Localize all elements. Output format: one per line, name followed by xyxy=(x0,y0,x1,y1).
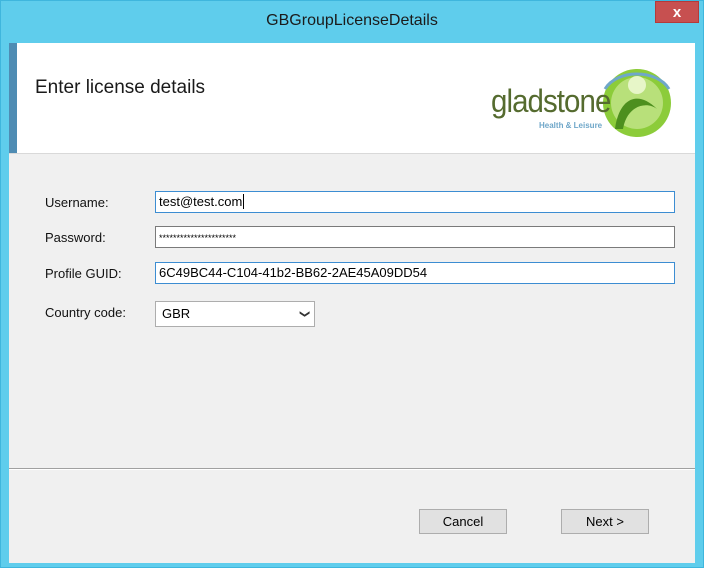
close-button[interactable]: x xyxy=(655,1,699,23)
password-input[interactable]: ********************** xyxy=(155,226,675,248)
chevron-down-icon: ❯ xyxy=(298,309,310,319)
footer-divider-highlight xyxy=(9,469,695,470)
next-button[interactable]: Next > xyxy=(561,509,649,534)
dialog-client-area: Enter license details gladstone Health &… xyxy=(9,43,695,563)
page-heading: Enter license details xyxy=(35,77,206,98)
text-caret xyxy=(243,194,245,209)
banner-divider xyxy=(9,153,695,154)
username-label: Username: xyxy=(45,195,109,210)
license-dialog-window: GBGroupLicenseDetails x Enter license de… xyxy=(0,0,704,568)
profile-guid-label: Profile GUID: xyxy=(45,266,122,281)
country-code-label: Country code: xyxy=(45,305,126,320)
username-value: test@test.com xyxy=(159,194,243,209)
country-code-value: GBR xyxy=(162,306,191,321)
logo-tagline: Health & Leisure xyxy=(539,121,603,130)
profile-guid-value: 6C49BC44-C104-41b2-BB62-2AE45A09DD54 xyxy=(159,265,428,280)
gladstone-logo: gladstone Health & Leisure xyxy=(487,59,683,145)
title-bar[interactable]: GBGroupLicenseDetails x xyxy=(1,1,703,43)
password-mask: ********************** xyxy=(159,233,237,243)
logo-wordmark: gladstone xyxy=(491,83,611,119)
username-input[interactable]: test@test.com xyxy=(155,191,675,213)
close-icon: x xyxy=(672,4,682,21)
cancel-button[interactable]: Cancel xyxy=(419,509,507,534)
country-code-select[interactable]: GBR ❯ xyxy=(155,301,315,327)
window-title: GBGroupLicenseDetails xyxy=(266,12,438,29)
profile-guid-input[interactable]: 6C49BC44-C104-41b2-BB62-2AE45A09DD54 xyxy=(155,262,675,284)
header-banner: Enter license details gladstone Health &… xyxy=(9,43,695,153)
password-label: Password: xyxy=(45,230,106,245)
banner-accent-bar xyxy=(9,43,17,153)
